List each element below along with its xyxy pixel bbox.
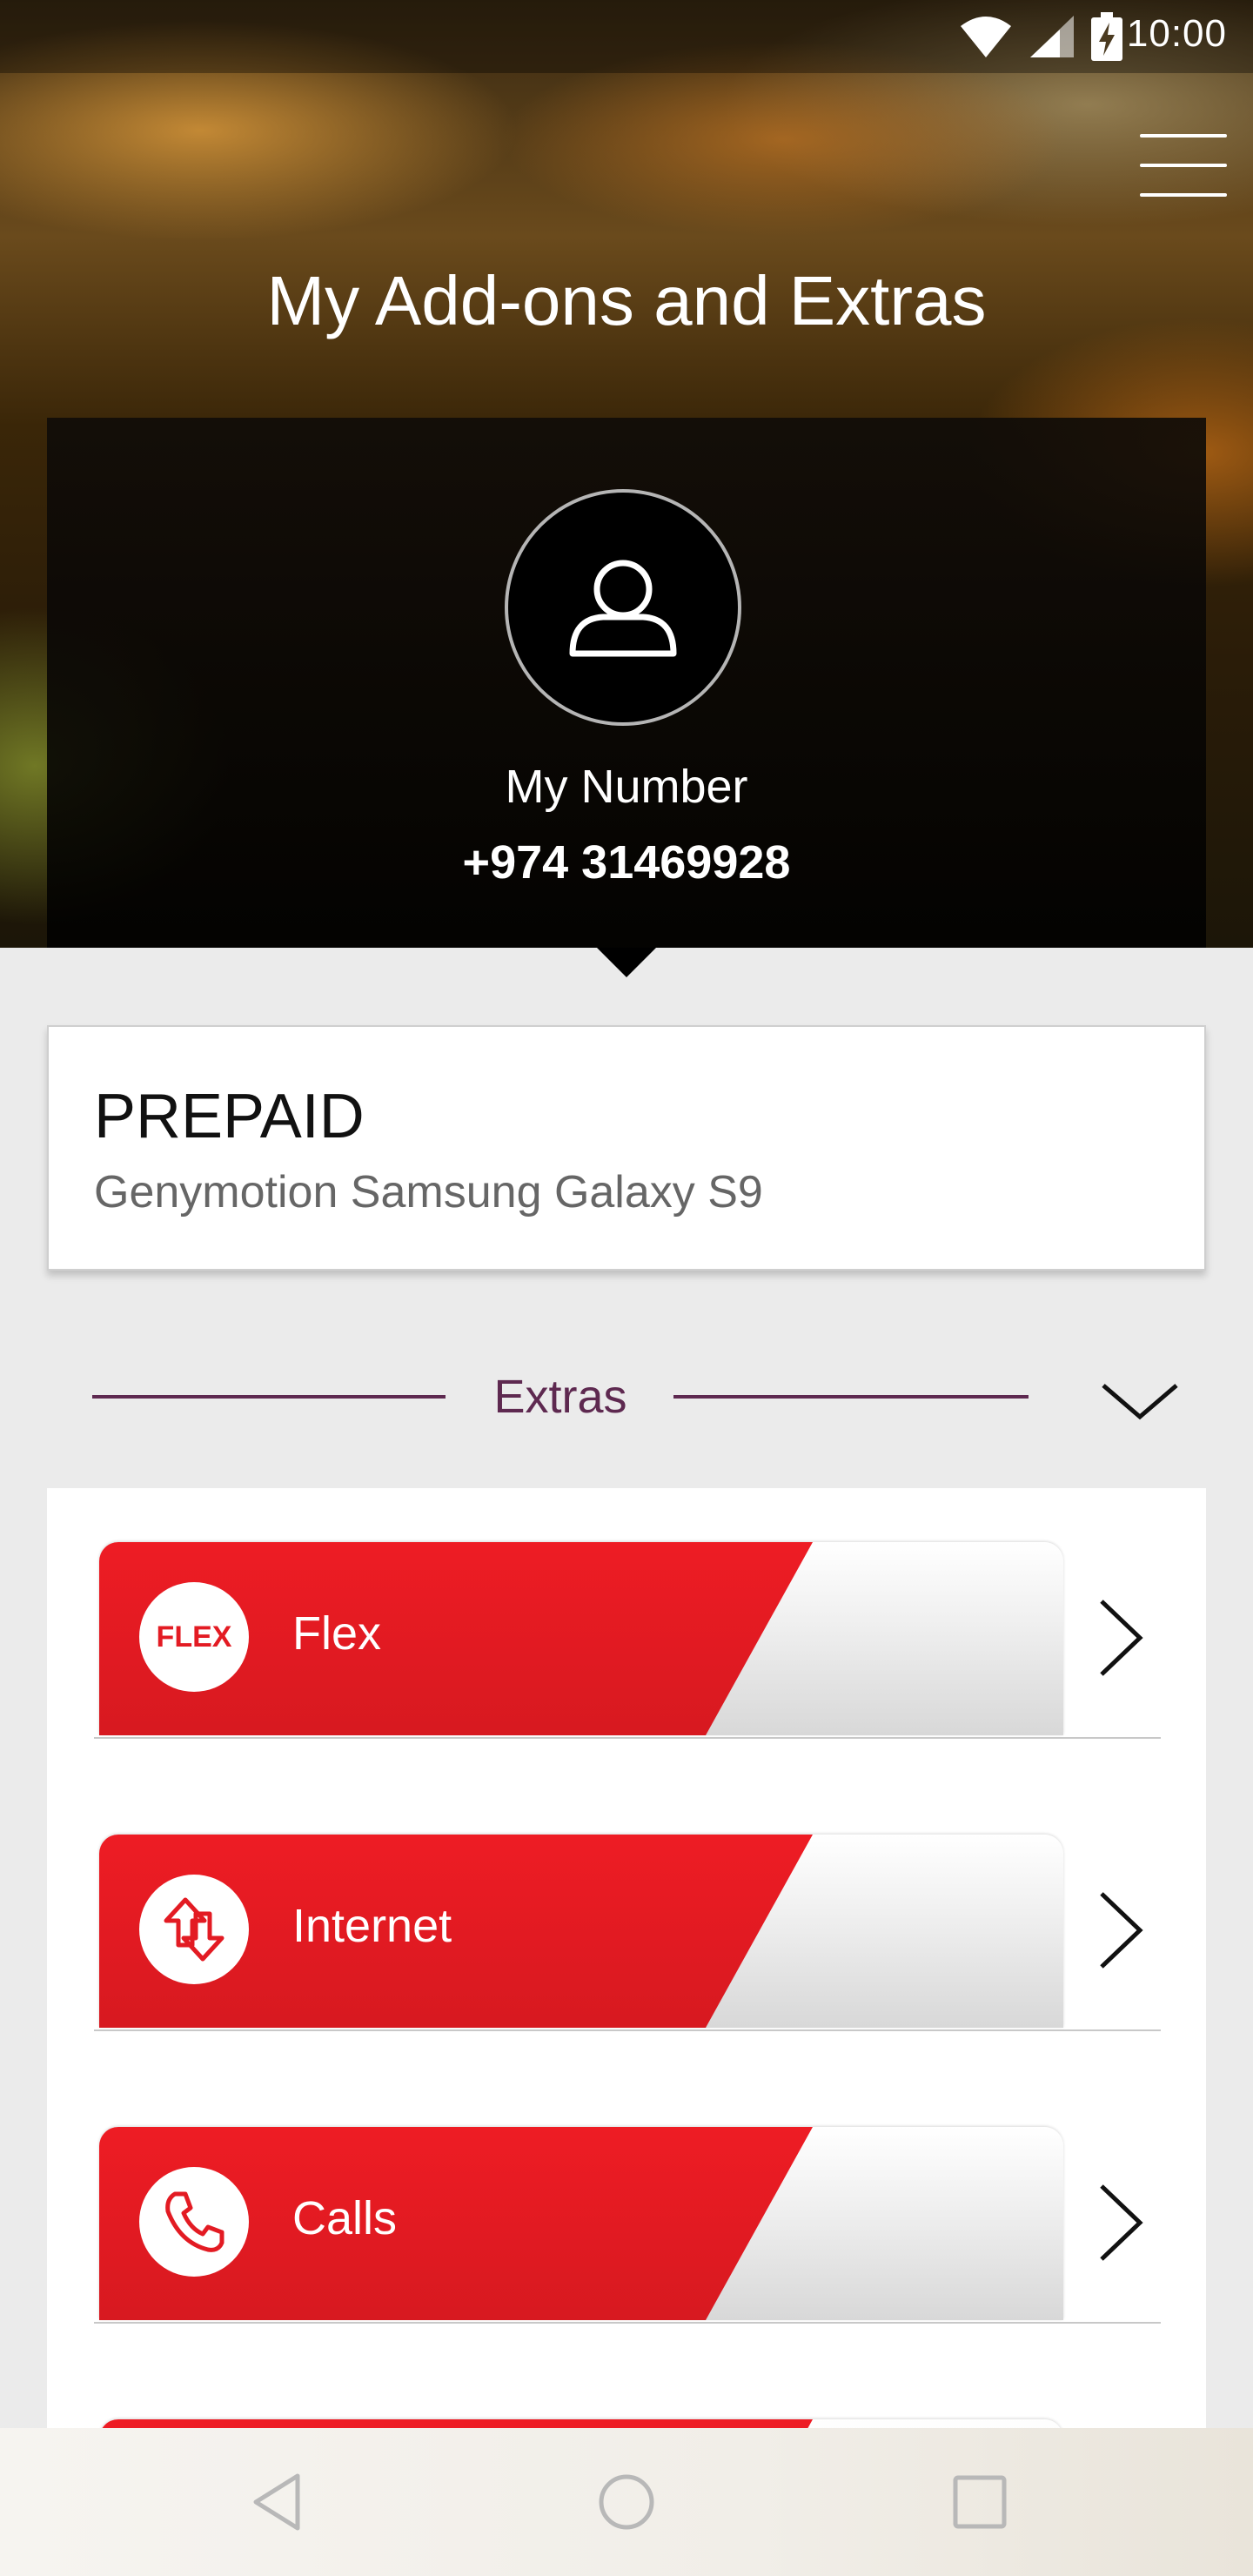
wifi-icon — [961, 17, 1011, 57]
home-icon[interactable] — [592, 2467, 661, 2537]
flex-logo-text: FLEX — [156, 1620, 232, 1654]
recents-icon[interactable] — [945, 2467, 1015, 2537]
signal-icon — [1030, 16, 1074, 57]
extra-item-label: Calls — [292, 2192, 398, 2244]
system-nav-bar — [0, 2428, 1253, 2576]
menu-bar — [1140, 193, 1227, 197]
extra-item-label: Internet — [292, 1900, 452, 1952]
status-bar: 10:00 — [0, 0, 1253, 73]
user-icon — [569, 560, 677, 657]
data-transfer-glyph — [164, 1897, 224, 1962]
row-divider — [94, 2322, 1161, 2324]
my-number-value: +974 31469928 — [462, 836, 791, 889]
extras-section-header: Extras — [0, 1358, 1253, 1445]
page-title: My Add-ons and Extras — [266, 262, 987, 339]
data-transfer-icon — [139, 1875, 249, 1984]
avatar — [505, 489, 741, 726]
extra-item-banner: Calls — [99, 2127, 1063, 2320]
extra-item-flex[interactable]: FLEX Flex — [94, 1542, 1161, 1739]
menu-bar — [1140, 134, 1227, 138]
menu-bar — [1140, 164, 1227, 167]
panel-pointer — [597, 948, 656, 977]
hamburger-menu-icon[interactable] — [1140, 131, 1227, 200]
screen: 10:00 My Add-ons and Extras My Number +9… — [0, 0, 1253, 2576]
profile-panel: My Number +974 31469928 — [47, 418, 1206, 948]
status-icons — [959, 12, 1122, 61]
chevron-right-icon — [1100, 2184, 1143, 2261]
extra-item-banner: Internet — [99, 1835, 1063, 2028]
extra-item-banner — [99, 2419, 1063, 2428]
clock: 10:00 — [1126, 12, 1227, 55]
chevron-down-icon[interactable] — [1098, 1366, 1182, 1436]
extra-item-label: Flex — [292, 1607, 382, 1660]
extra-item-partial[interactable] — [94, 2419, 1161, 2428]
battery-charging-icon — [1091, 12, 1122, 61]
divider-left — [92, 1395, 446, 1399]
extras-list: FLEX Flex Internet Calls — [47, 1488, 1206, 2428]
banner-red — [99, 2419, 813, 2428]
my-number-label: My Number — [505, 761, 748, 813]
chevron-right-icon — [1100, 1600, 1143, 1676]
extras-section-label: Extras — [493, 1371, 627, 1423]
back-icon[interactable] — [244, 2467, 313, 2537]
flex-logo-icon: FLEX — [139, 1582, 249, 1692]
plan-type: PREPAID — [94, 1082, 365, 1151]
extra-item-banner: FLEX Flex — [99, 1542, 1063, 1735]
row-divider — [94, 2029, 1161, 2031]
row-divider — [94, 1737, 1161, 1739]
chevron-right-icon — [1100, 1892, 1143, 1969]
phone-glyph — [165, 2191, 224, 2252]
divider-right — [673, 1395, 1029, 1399]
phone-icon — [139, 2167, 249, 2277]
extra-item-calls[interactable]: Calls — [94, 2127, 1161, 2324]
plan-card[interactable]: PREPAID Genymotion Samsung Galaxy S9 — [47, 1025, 1206, 1271]
extra-item-internet[interactable]: Internet — [94, 1835, 1161, 2031]
plan-device: Genymotion Samsung Galaxy S9 — [94, 1167, 763, 1218]
